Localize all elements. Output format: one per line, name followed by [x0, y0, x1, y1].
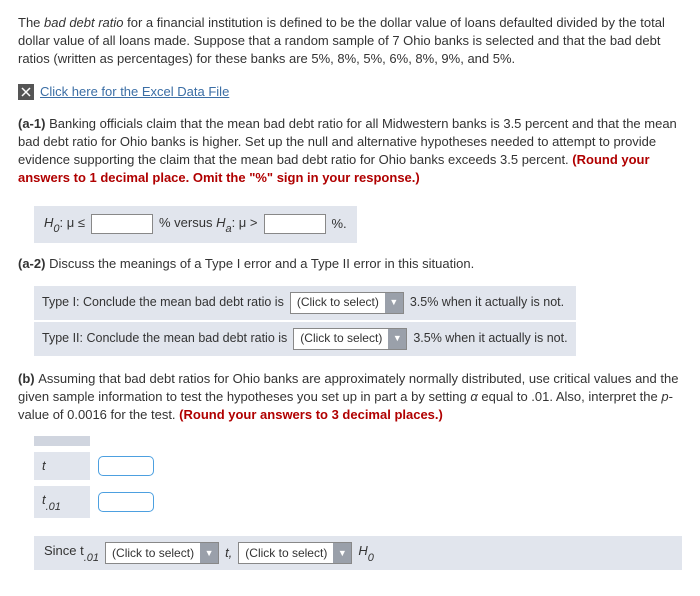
chevron-down-icon: ▼: [333, 543, 351, 563]
part-a2-label: (a-2): [18, 256, 49, 271]
part-a2: (a-2) Discuss the meanings of a Type I e…: [18, 255, 682, 273]
type1-text-a: Type I: Conclude the mean bad debt ratio…: [42, 294, 284, 312]
t-values-block: t t.01: [34, 436, 682, 518]
chevron-down-icon: ▼: [385, 293, 403, 313]
type2-text-a: Type II: Conclude the mean bad debt rati…: [42, 330, 287, 348]
t-header-row: [34, 436, 682, 446]
excel-icon: [18, 84, 34, 100]
table-row: Type I: Conclude the mean bad debt ratio…: [34, 286, 576, 321]
problem-intro: The bad debt ratio for a financial insti…: [18, 14, 682, 69]
t-comma: t,: [225, 544, 232, 562]
part-b: (b) Assuming that bad debt ratios for Oh…: [18, 370, 682, 425]
h0-value-input[interactable]: [91, 214, 153, 234]
chevron-down-icon: ▼: [388, 329, 406, 349]
part-b-instruction: (Round your answers to 3 decimal places.…: [179, 407, 443, 422]
alpha-symbol: α: [470, 389, 477, 404]
compare-select[interactable]: (Click to select) ▼: [105, 542, 219, 564]
a1-answer-box: H0: μ ≤ % versus Ha: μ > %.: [34, 206, 357, 244]
type-error-table: Type I: Conclude the mean bad debt ratio…: [34, 286, 576, 356]
end-text: %.: [332, 215, 347, 233]
table-row: Type II: Conclude the mean bad debt rati…: [34, 321, 576, 356]
mid-text: % versus Ha: μ >: [159, 214, 258, 236]
t-value-input[interactable]: [98, 456, 154, 476]
part-a2-text: Discuss the meanings of a Type I error a…: [49, 256, 474, 271]
t01-row: t.01: [34, 486, 682, 518]
intro-italic: bad debt ratio: [44, 15, 124, 30]
excel-data-link[interactable]: Click here for the Excel Data File: [40, 83, 229, 101]
part-b-text-b: equal to .01. Also, interpret the: [478, 389, 662, 404]
type1-select[interactable]: (Click to select) ▼: [290, 292, 404, 314]
type2-select[interactable]: (Click to select) ▼: [293, 328, 407, 350]
h0-prefix: H0: μ ≤: [44, 214, 85, 236]
ha-value-input[interactable]: [264, 214, 326, 234]
since-text: Since t.01: [44, 542, 99, 564]
excel-link-row: Click here for the Excel Data File: [18, 83, 682, 101]
part-a1-label: (a-1): [18, 116, 49, 131]
t01-value-input[interactable]: [98, 492, 154, 512]
part-b-label: (b): [18, 371, 38, 386]
type2-text-b: 3.5% when it actually is not.: [413, 330, 567, 348]
t-label: t: [34, 452, 90, 480]
type1-text-b: 3.5% when it actually is not.: [410, 294, 564, 312]
decision-select[interactable]: (Click to select) ▼: [238, 542, 352, 564]
intro-text-a: The: [18, 15, 44, 30]
p-symbol: p: [661, 389, 668, 404]
t01-label: t.01: [34, 486, 90, 518]
chevron-down-icon: ▼: [200, 543, 218, 563]
part-a1: (a-1) Banking officials claim that the m…: [18, 115, 682, 188]
h0-final: H0: [358, 542, 374, 564]
t-row: t: [34, 452, 682, 480]
t-header-spacer: [34, 436, 90, 446]
b-conclusion-box: Since t.01 (Click to select) ▼ t, (Click…: [34, 536, 682, 570]
